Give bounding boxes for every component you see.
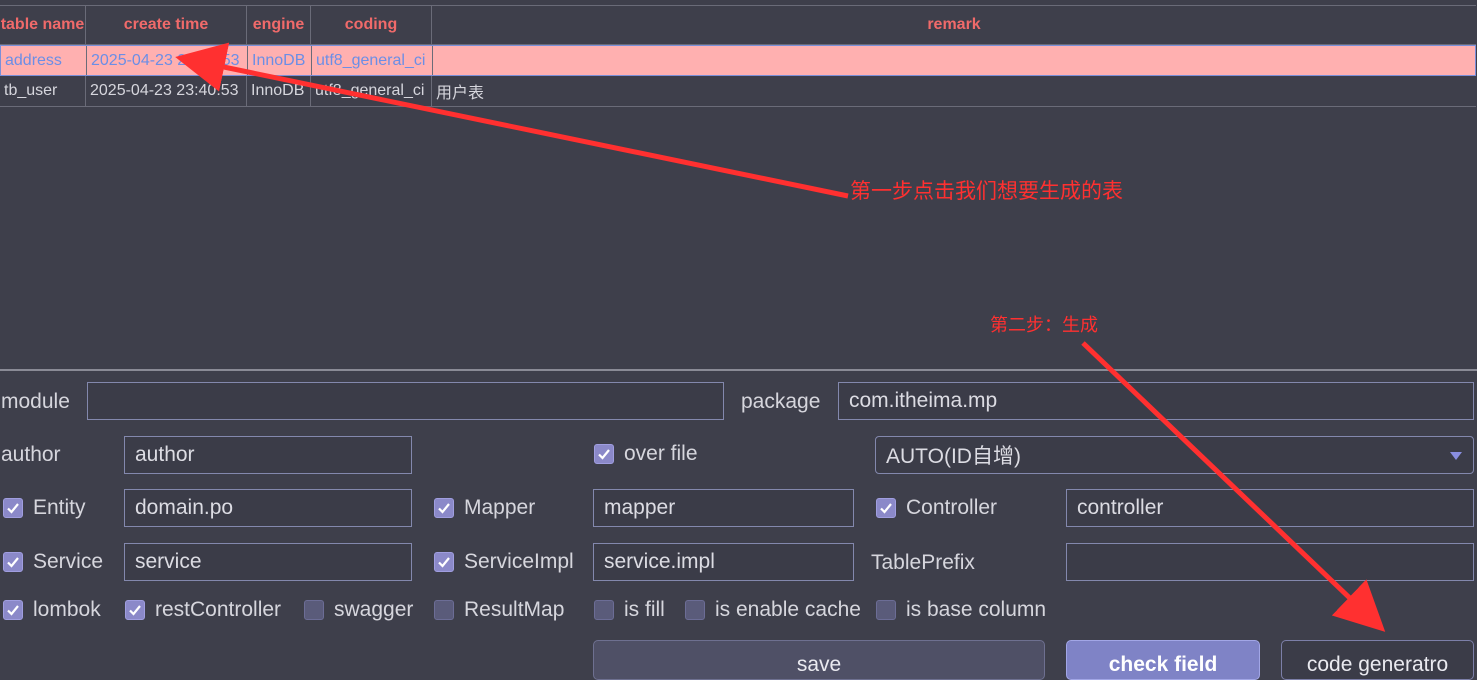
result-map-label: ResultMap: [464, 598, 565, 621]
swagger-checkbox[interactable]: swagger: [304, 598, 413, 622]
package-label: package: [741, 390, 821, 413]
cell-engine: InnoDB: [248, 46, 312, 75]
checkbox-checked-icon[interactable]: [594, 444, 614, 464]
checkbox-checked-icon[interactable]: [434, 552, 454, 572]
table-row-tb-user[interactable]: tb_user 2025-04-23 23:40:53 InnoDB utf8_…: [0, 76, 1476, 107]
service-impl-package-input[interactable]: service.impl: [593, 543, 854, 581]
step1-annotation: 第一步点击我们想要生成的表: [850, 179, 1123, 203]
package-input[interactable]: com.itheima.mp: [838, 382, 1474, 420]
mapper-label: Mapper: [464, 496, 536, 519]
controller-package-input[interactable]: controller: [1066, 489, 1474, 527]
cell-create-time: 2025-04-23 23:40:53: [87, 46, 248, 75]
check-field-button[interactable]: check field: [1066, 640, 1260, 680]
swagger-label: swagger: [334, 598, 414, 621]
checkbox-checked-icon[interactable]: [3, 552, 23, 572]
cell-table-name: tb_user: [0, 76, 86, 106]
chevron-down-icon[interactable]: [1449, 443, 1463, 467]
is-fill-checkbox[interactable]: is fill: [594, 598, 665, 622]
column-header-coding[interactable]: coding: [311, 6, 432, 44]
mapper-package-input[interactable]: mapper: [593, 489, 854, 527]
column-header-remark[interactable]: remark: [432, 6, 1476, 44]
id-type-value: AUTO(ID自增): [886, 445, 1021, 468]
checkbox-unchecked-icon[interactable]: [304, 600, 324, 620]
checkbox-unchecked-icon[interactable]: [876, 600, 896, 620]
checkbox-checked-icon[interactable]: [3, 600, 23, 620]
cell-table-name: address: [1, 46, 87, 75]
cell-create-time: 2025-04-23 23:40:53: [86, 76, 247, 106]
service-label: Service: [33, 550, 104, 573]
mapper-checkbox[interactable]: Mapper: [434, 496, 535, 520]
step2-annotation: 第二步：生成: [990, 315, 1098, 336]
module-input[interactable]: [87, 382, 724, 420]
is-enable-cache-label: is enable cache: [715, 598, 861, 621]
save-button[interactable]: save: [593, 640, 1045, 680]
table-prefix-input[interactable]: [1066, 543, 1474, 581]
rest-controller-label: restController: [155, 598, 282, 621]
column-header-create-time[interactable]: create time: [86, 6, 247, 44]
module-label: module: [1, 390, 70, 413]
entity-label: Entity: [33, 496, 86, 519]
checkbox-checked-icon[interactable]: [3, 498, 23, 518]
is-base-column-label: is base column: [906, 598, 1047, 621]
is-enable-cache-checkbox[interactable]: is enable cache: [685, 598, 861, 622]
over-file-checkbox[interactable]: over file: [594, 442, 698, 466]
table-list: table name create time engine coding rem…: [0, 0, 1477, 370]
id-type-select[interactable]: AUTO(ID自增): [875, 436, 1474, 474]
service-impl-label: ServiceImpl: [464, 550, 574, 573]
service-package-input[interactable]: service: [124, 543, 412, 581]
checkbox-checked-icon[interactable]: [434, 498, 454, 518]
checkbox-unchecked-icon[interactable]: [594, 600, 614, 620]
controller-checkbox[interactable]: Controller: [876, 496, 997, 520]
split-pane-divider[interactable]: [0, 369, 1477, 371]
table-row-address[interactable]: address 2025-04-23 23:40:53 InnoDB utf8_…: [0, 45, 1476, 76]
entity-checkbox[interactable]: Entity: [3, 496, 86, 520]
checkbox-checked-icon[interactable]: [125, 600, 145, 620]
checkbox-unchecked-icon[interactable]: [685, 600, 705, 620]
entity-package-input[interactable]: domain.po: [124, 489, 412, 527]
cell-coding: utf8_general_ci: [312, 46, 433, 75]
over-file-label: over file: [624, 442, 698, 465]
is-base-column-checkbox[interactable]: is base column: [876, 598, 1046, 622]
service-impl-checkbox[interactable]: ServiceImpl: [434, 550, 574, 574]
result-map-checkbox[interactable]: ResultMap: [434, 598, 564, 622]
lombok-label: lombok: [33, 598, 101, 621]
author-label: author: [1, 443, 61, 466]
cell-engine: InnoDB: [247, 76, 311, 106]
author-input[interactable]: author: [124, 436, 412, 474]
code-generatro-button[interactable]: code generatro: [1281, 640, 1474, 680]
cell-remark: 用户表: [436, 85, 485, 102]
is-fill-label: is fill: [624, 598, 665, 621]
cell-remark: [433, 46, 1475, 75]
column-header-engine[interactable]: engine: [247, 6, 311, 44]
checkbox-checked-icon[interactable]: [876, 498, 896, 518]
lombok-checkbox[interactable]: lombok: [3, 598, 101, 622]
checkbox-unchecked-icon[interactable]: [434, 600, 454, 620]
cell-coding: utf8_general_ci: [311, 76, 432, 106]
table-prefix-label: TablePrefix: [871, 551, 975, 574]
rest-controller-checkbox[interactable]: restController: [125, 598, 281, 622]
column-header-table-name[interactable]: table name: [0, 6, 86, 44]
controller-label: Controller: [906, 496, 998, 519]
table-header-row: table name create time engine coding rem…: [0, 5, 1476, 45]
service-checkbox[interactable]: Service: [3, 550, 103, 574]
